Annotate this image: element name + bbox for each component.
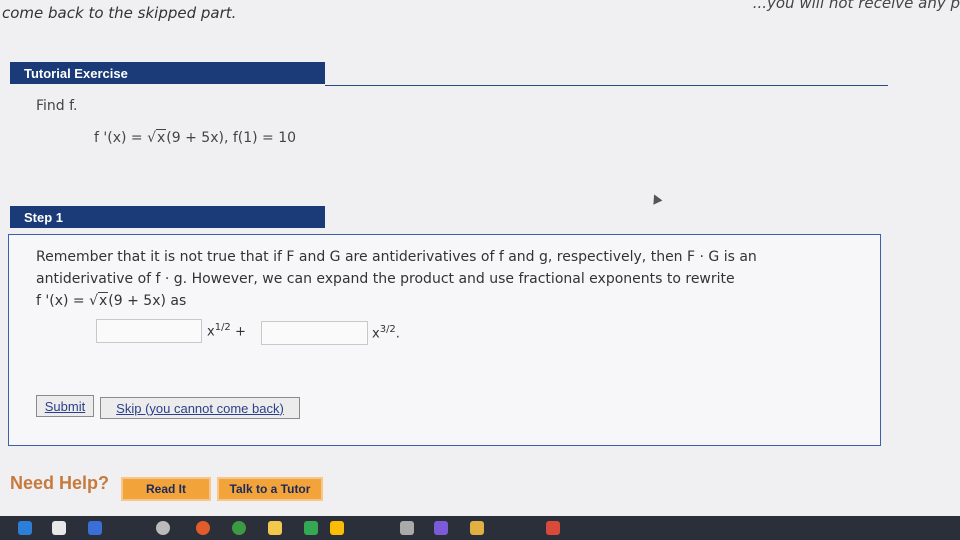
term2-exponent: 3/2 (379, 324, 396, 335)
cut-off-note: ...you will not receive any p (752, 0, 960, 12)
play-icon[interactable] (546, 521, 560, 535)
step-1-title: Step 1 (24, 209, 64, 225)
skipped-part-note: come back to the skipped part. (2, 4, 237, 22)
sqrt-symbol: √x (147, 129, 167, 146)
given-eq-lhs: f '(x) = (94, 130, 148, 146)
term1-exponent: 1/2 (214, 322, 231, 333)
sqrt-symbol-2: √x (89, 292, 109, 309)
term2-period: . (395, 326, 400, 342)
read-it-button[interactable]: Read It (121, 477, 211, 501)
tutorial-header-rule (325, 85, 888, 86)
settings-icon[interactable] (156, 521, 170, 535)
tutorial-exercise-header: Tutorial Exercise (10, 62, 325, 84)
coefficient-x-half-input[interactable] (96, 319, 202, 343)
term2-base: x (372, 326, 380, 342)
g-app-icon[interactable] (18, 521, 32, 535)
step-1-instructions: Remember that it is not true that if F a… (36, 246, 836, 312)
talk-to-tutor-button[interactable]: Talk to a Tutor (217, 477, 323, 501)
skip-button[interactable]: Skip (you cannot come back) (100, 397, 300, 419)
chart-icon[interactable] (434, 521, 448, 535)
given-eq-radicand: x (156, 129, 167, 146)
coefficient-x-three-halves-input[interactable] (261, 321, 368, 345)
store-icon[interactable] (52, 521, 66, 535)
browser-icon[interactable] (196, 521, 210, 535)
x-three-halves-term: x3/2. (372, 324, 400, 341)
step-line-1: Remember that it is not true that if F a… (36, 249, 757, 265)
drive-icon[interactable] (330, 521, 344, 535)
need-help-label: Need Help? (10, 473, 110, 493)
files-icon[interactable] (470, 521, 484, 535)
x-half-term: x1/2 + (207, 322, 246, 339)
camera-icon[interactable] (268, 521, 282, 535)
term1-base: x (207, 324, 215, 340)
given-equation: f '(x) = √x(9 + 5x), f(1) = 10 (94, 129, 297, 146)
step-line-3-rest: (9 + 5x) as (108, 293, 187, 309)
step-line-2: antiderivative of f · g. However, we can… (36, 271, 735, 287)
step-line-3-radicand: x (98, 292, 109, 309)
plus-sign: + (234, 324, 246, 340)
chrome-icon[interactable] (232, 521, 246, 535)
os-taskbar (0, 516, 960, 540)
app-icon[interactable] (88, 521, 102, 535)
step-line-3-prefix: f '(x) = (36, 293, 90, 309)
mouse-cursor-icon (649, 192, 663, 205)
photos-icon[interactable] (400, 521, 414, 535)
tutorial-exercise-title: Tutorial Exercise (24, 65, 128, 81)
submit-button[interactable]: Submit (36, 395, 94, 417)
maps-icon[interactable] (304, 521, 318, 535)
find-label: Find f. (36, 98, 78, 114)
step-1-header: Step 1 (10, 206, 325, 228)
given-eq-rest: (9 + 5x), f(1) = 10 (166, 130, 297, 146)
step-line-3: f '(x) = √x(9 + 5x) as (36, 290, 836, 312)
